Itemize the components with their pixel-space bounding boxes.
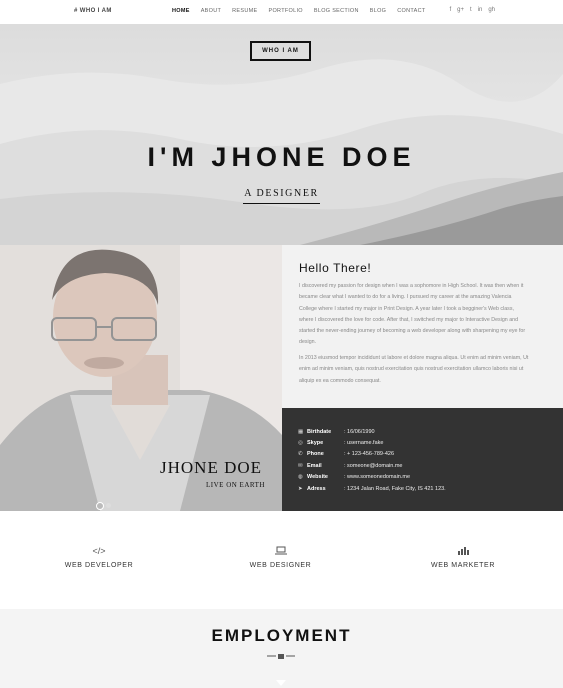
slider-dot[interactable]	[106, 503, 111, 508]
slider-dot-active[interactable]	[96, 502, 104, 510]
phone-icon: ✆	[298, 451, 303, 457]
nav-contact[interactable]: CONTACT	[397, 8, 425, 14]
about-section: Hello There! I discovered my passion for…	[282, 245, 563, 408]
code-icon: </>	[92, 546, 106, 556]
main-menu: HOME ABOUT RESUME PORTFOLIO BLOG SECTION…	[172, 8, 437, 14]
detail-skype: ◎ Skype : username.fake	[298, 438, 383, 448]
nav-portfolio[interactable]: PORTFOLIO	[269, 8, 303, 14]
who-i-am-button[interactable]: WHO I AM	[250, 41, 311, 61]
nav-home[interactable]: HOME	[172, 8, 190, 14]
service-web-developer: </> WEB DEVELOPER	[0, 511, 199, 609]
detail-website: ◍ Website : www.someonedomain.me	[298, 472, 410, 482]
bar-chart-icon	[363, 546, 563, 557]
employment-section: EMPLOYMENT	[0, 609, 563, 688]
about-paragraph-1: I discovered my passion for design when …	[299, 283, 526, 346]
service-title: WEB DEVELOPER	[64, 562, 134, 569]
about-heading: Hello There!	[299, 261, 372, 275]
about-paragraph-2: In 2013 eiusmod tempor incididunt ut lab…	[299, 355, 529, 384]
detail-value: : + 123-456-789-426	[344, 451, 394, 457]
service-web-designer: WEB DESIGNER	[198, 511, 364, 609]
detail-label: Website	[307, 474, 328, 480]
calendar-icon: ▦	[298, 429, 304, 435]
profile-photo: JHONE DOE LIVE ON EARTH	[0, 245, 282, 511]
detail-address: ➤ Adress : 1234 Jalan Road, Fake City, I…	[298, 484, 446, 494]
detail-label: Adress	[307, 486, 326, 492]
detail-label: Phone	[307, 451, 324, 457]
hero-subtitle: A DESIGNER	[243, 188, 320, 204]
service-title: WEB MARKETER	[431, 562, 495, 569]
google-plus-icon[interactable]: g+	[457, 7, 464, 13]
linkedin-icon[interactable]: in	[478, 7, 483, 13]
globe-icon: ◍	[298, 474, 303, 480]
detail-value[interactable]: : www.someonedomain.me	[344, 474, 410, 480]
detail-label: Birthdate	[307, 429, 332, 435]
github-icon[interactable]: gh	[488, 7, 495, 13]
detail-value: : 16/06/1990	[344, 429, 375, 435]
profile-tagline: LIVE ON EARTH	[206, 481, 265, 489]
email-icon: ✉	[298, 463, 303, 469]
briefcase-divider-icon	[267, 654, 295, 659]
nav-blog-section[interactable]: BLOG SECTION	[314, 8, 359, 14]
facebook-icon[interactable]: f	[449, 7, 451, 13]
twitter-icon[interactable]: t	[470, 7, 472, 13]
employment-title: EMPLOYMENT	[211, 626, 352, 645]
service-web-marketer: WEB MARKETER	[363, 511, 563, 609]
location-icon: ➤	[298, 486, 303, 492]
detail-value: : username.fake	[344, 440, 384, 446]
profile-name: JHONE DOE	[160, 458, 263, 477]
detail-value[interactable]: : someone@domain.me	[344, 463, 402, 469]
personal-details: ▦ Birthdate : 16/06/1990 ◎ Skype : usern…	[282, 408, 563, 511]
skype-icon: ◎	[298, 440, 303, 446]
detail-phone: ✆ Phone : + 123-456-789-426	[298, 449, 394, 459]
detail-label: Skype	[307, 440, 324, 446]
detail-value: : 1234 Jalan Road, Fake City, IS 421 123…	[344, 486, 446, 492]
timeline-notch	[276, 680, 286, 686]
social-links: f g+ t in gh	[449, 7, 495, 13]
nav-about[interactable]: ABOUT	[201, 8, 221, 14]
detail-label: Email	[307, 463, 322, 469]
detail-email: ✉ Email : someone@domain.me	[298, 461, 402, 471]
service-title: WEB DESIGNER	[249, 562, 312, 569]
hero-section: WHO I AM I'M JHONE DOE A DESIGNER	[0, 24, 563, 245]
brand-logo[interactable]: # WHO I AM	[74, 8, 112, 14]
nav-blog[interactable]: BLOG	[370, 8, 386, 14]
hero-title: I'M JHONE DOE	[147, 142, 416, 172]
nav-resume[interactable]: RESUME	[232, 8, 257, 14]
laptop-icon	[198, 546, 363, 557]
detail-birthdate: ▦ Birthdate : 16/06/1990	[298, 427, 375, 437]
top-navbar: # WHO I AM HOME ABOUT RESUME PORTFOLIO B…	[0, 0, 563, 24]
